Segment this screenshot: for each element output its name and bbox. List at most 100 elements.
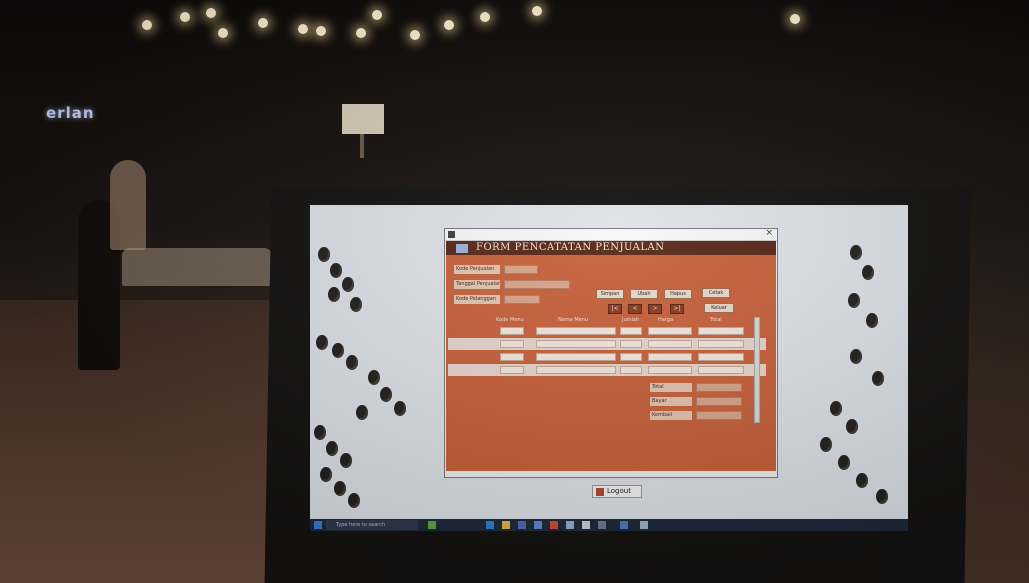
form-body: FORM PENCATATAN PENJUALAN Kode Penjualan… bbox=[446, 241, 776, 471]
cell-jumlah[interactable] bbox=[620, 327, 642, 335]
app-icon[interactable] bbox=[582, 521, 590, 529]
string-light bbox=[142, 20, 152, 30]
form-header: FORM PENCATATAN PENJUALAN bbox=[446, 241, 776, 255]
background-sign: erlan bbox=[46, 104, 95, 122]
windows-start-icon[interactable] bbox=[314, 521, 322, 529]
app-icon[interactable] bbox=[550, 521, 558, 529]
app-icon[interactable] bbox=[640, 521, 648, 529]
store-icon[interactable] bbox=[518, 521, 526, 529]
table-row[interactable] bbox=[448, 338, 766, 350]
coffee-bean bbox=[316, 335, 328, 350]
cell-total[interactable] bbox=[698, 340, 744, 348]
coffee-bean bbox=[314, 425, 326, 440]
hapus-button[interactable]: Hapus bbox=[664, 289, 692, 299]
logout-label: Logout bbox=[607, 487, 631, 495]
field-label-kode-pelanggan: Kode Pelanggan bbox=[454, 295, 500, 304]
cell-nama[interactable] bbox=[536, 366, 616, 374]
coffee-bean bbox=[328, 287, 340, 302]
cell-total[interactable] bbox=[698, 353, 744, 361]
total-field[interactable] bbox=[696, 383, 742, 392]
string-light bbox=[356, 28, 366, 38]
cell-jumlah[interactable] bbox=[620, 353, 642, 361]
table-scrollbar[interactable] bbox=[754, 317, 760, 423]
coffee-bean bbox=[326, 441, 338, 456]
table-row[interactable] bbox=[448, 364, 766, 376]
bayar-input[interactable] bbox=[696, 397, 742, 406]
close-icon[interactable]: × bbox=[765, 228, 773, 238]
cell-nama[interactable] bbox=[536, 340, 616, 348]
cell-harga[interactable] bbox=[648, 366, 692, 374]
field-label-tanggal: Tanggal Penjualan bbox=[454, 280, 500, 289]
coffee-bean bbox=[318, 247, 330, 262]
coffee-bean bbox=[320, 467, 332, 482]
coffee-bean bbox=[380, 387, 392, 402]
taskbar-app-icon[interactable] bbox=[428, 521, 436, 529]
cell-kode[interactable] bbox=[500, 340, 524, 348]
cell-harga[interactable] bbox=[648, 353, 692, 361]
coffee-bean bbox=[394, 401, 406, 416]
file-explorer-icon[interactable] bbox=[502, 521, 510, 529]
cell-jumlah[interactable] bbox=[620, 366, 642, 374]
form-header-icon bbox=[456, 244, 468, 253]
string-light bbox=[790, 14, 800, 24]
coffee-bean bbox=[876, 489, 888, 504]
string-light bbox=[206, 8, 216, 18]
coffee-bean bbox=[872, 371, 884, 386]
cell-harga[interactable] bbox=[648, 340, 692, 348]
coffee-bean bbox=[334, 481, 346, 496]
signboard bbox=[342, 104, 384, 134]
coffee-bean bbox=[368, 370, 380, 385]
cell-harga[interactable] bbox=[648, 327, 692, 335]
cell-total[interactable] bbox=[698, 327, 744, 335]
first-record-button[interactable]: |< bbox=[608, 304, 622, 314]
coffee-bean bbox=[332, 343, 344, 358]
field-label-kode-penjualan: Kode Penjualan bbox=[454, 265, 500, 274]
coffee-bean bbox=[846, 419, 858, 434]
cell-nama[interactable] bbox=[536, 353, 616, 361]
cell-kode[interactable] bbox=[500, 327, 524, 335]
kode-pelanggan-input[interactable] bbox=[504, 295, 540, 304]
ubah-button[interactable]: Ubah bbox=[630, 289, 658, 299]
cell-jumlah[interactable] bbox=[620, 340, 642, 348]
prev-record-button[interactable]: < bbox=[628, 304, 642, 314]
coffee-bean bbox=[330, 263, 342, 278]
app-icon[interactable] bbox=[620, 521, 628, 529]
sales-form-window: × FORM PENCATATAN PENJUALAN Kode Penjual… bbox=[444, 228, 778, 478]
kode-penjualan-input[interactable] bbox=[504, 265, 538, 274]
keluar-button[interactable]: Keluar bbox=[704, 303, 734, 313]
tanggal-input[interactable] bbox=[504, 280, 570, 289]
coffee-bean bbox=[866, 313, 878, 328]
string-light bbox=[444, 20, 454, 30]
coffee-bean bbox=[342, 277, 354, 292]
app-icon[interactable] bbox=[598, 521, 606, 529]
taskbar-search-input[interactable]: Type here to search bbox=[326, 520, 418, 530]
last-record-button[interactable]: >| bbox=[670, 304, 684, 314]
coffee-bean bbox=[356, 405, 368, 420]
app-icon bbox=[448, 231, 455, 238]
edge-icon[interactable] bbox=[486, 521, 494, 529]
coffee-bean bbox=[830, 401, 842, 416]
background-table bbox=[122, 248, 272, 286]
taskbar: Type here to search bbox=[310, 519, 908, 531]
table-row[interactable] bbox=[448, 325, 766, 337]
cetak-button[interactable]: Cetak bbox=[702, 288, 730, 298]
table-row[interactable] bbox=[448, 351, 766, 363]
mail-icon[interactable] bbox=[534, 521, 542, 529]
coffee-bean bbox=[850, 349, 862, 364]
cell-kode[interactable] bbox=[500, 366, 524, 374]
bayar-label: Bayar bbox=[650, 397, 692, 406]
string-light bbox=[258, 18, 268, 28]
simpan-button[interactable]: Simpan bbox=[596, 289, 624, 299]
coffee-bean bbox=[346, 355, 358, 370]
window-titlebar[interactable]: × bbox=[445, 228, 777, 241]
logout-button[interactable]: Logout bbox=[592, 485, 642, 498]
app-icon[interactable] bbox=[566, 521, 574, 529]
cell-kode[interactable] bbox=[500, 353, 524, 361]
next-record-button[interactable]: > bbox=[648, 304, 662, 314]
form-title: FORM PENCATATAN PENJUALAN bbox=[476, 242, 665, 253]
kembali-field[interactable] bbox=[696, 411, 742, 420]
kembali-label: Kembali bbox=[650, 411, 692, 420]
string-light bbox=[532, 6, 542, 16]
cell-nama[interactable] bbox=[536, 327, 616, 335]
cell-total[interactable] bbox=[698, 366, 744, 374]
